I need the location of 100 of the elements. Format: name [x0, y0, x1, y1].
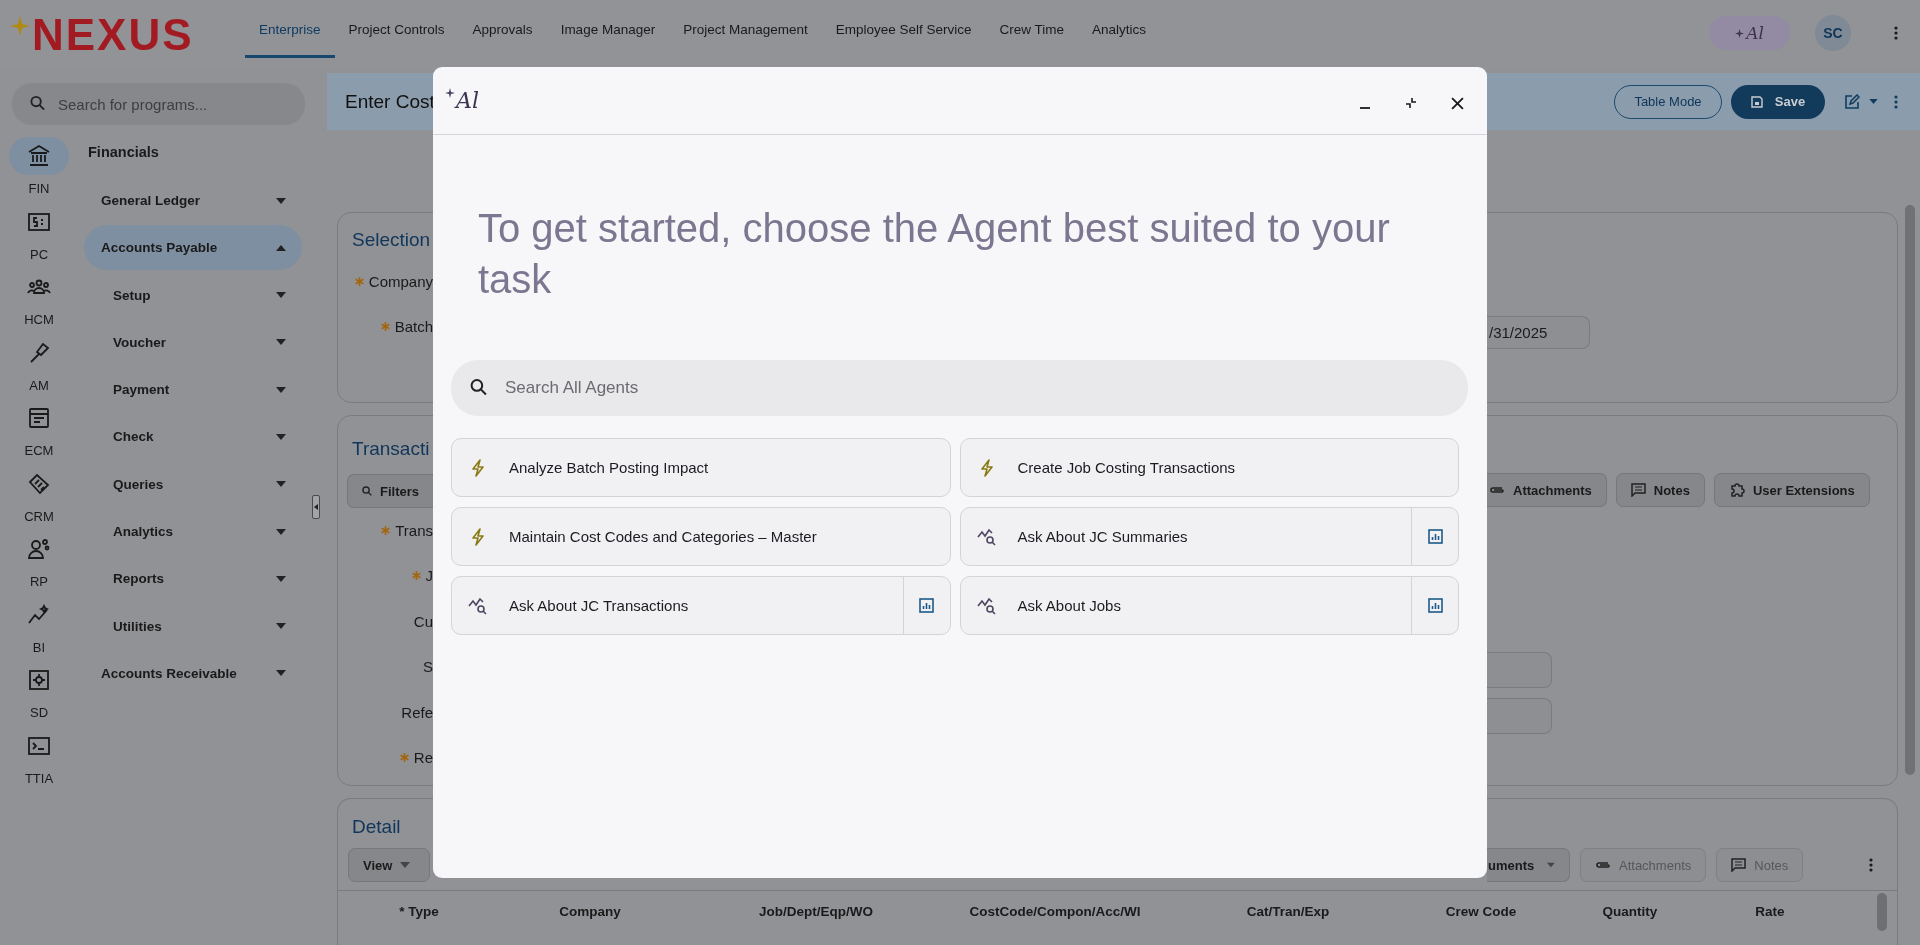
- date-field[interactable]: /31/2025: [1487, 316, 1590, 349]
- column-header[interactable]: Company: [493, 903, 687, 919]
- close-icon[interactable]: [1451, 96, 1464, 110]
- chart-search-icon: [976, 596, 997, 615]
- column-header[interactable]: Cat/Tran/Exp: [1165, 903, 1411, 919]
- input-field[interactable]: [1487, 652, 1552, 688]
- scrollbar[interactable]: [1905, 205, 1915, 775]
- column-header[interactable]: CostCode/Compon/Acc/WI: [945, 903, 1165, 919]
- agent-name: Ask About Jobs: [1017, 597, 1121, 614]
- menu-item[interactable]: Queries: [84, 461, 302, 507]
- save-button[interactable]: Save: [1731, 84, 1825, 119]
- page-title: Enter Cost: [345, 90, 435, 113]
- toolbar-button[interactable]: Attachments: [1487, 473, 1607, 507]
- sparkle-icon: [1735, 28, 1745, 38]
- column-header[interactable]: Crew Code: [1411, 903, 1551, 919]
- collapse-handle[interactable]: [312, 495, 320, 519]
- field-label: Cu: [413, 612, 433, 630]
- menu-item[interactable]: Check: [84, 414, 302, 460]
- agent-search-field[interactable]: Search All Agents: [451, 360, 1468, 416]
- module-button[interactable]: ECM: [8, 399, 70, 465]
- toolbar-button[interactable]: uments: [1487, 848, 1570, 882]
- menu-item[interactable]: Analytics: [84, 509, 302, 555]
- menu-item[interactable]: Setup: [84, 272, 302, 318]
- module-button[interactable]: TTIA: [8, 726, 70, 792]
- menu-item-label: Accounts Receivable: [101, 665, 237, 681]
- menu-item-label: Voucher: [113, 334, 166, 350]
- edit-icon[interactable]: [1844, 93, 1860, 110]
- menu-item-label: Queries: [113, 476, 164, 492]
- field-label: Trans: [395, 521, 433, 539]
- menu-item[interactable]: Accounts Payable: [84, 225, 302, 271]
- module-button[interactable]: SD: [8, 661, 70, 727]
- bar-chart-icon: [1427, 598, 1443, 613]
- avatar[interactable]: SC: [1815, 15, 1851, 51]
- agent-card[interactable]: Ask About JC Summaries: [959, 507, 1459, 566]
- sparkle-icon: [10, 16, 30, 36]
- agent-name: Analyze Batch Posting Impact: [509, 459, 709, 476]
- column-header[interactable]: * Type: [345, 903, 493, 919]
- nav-tab[interactable]: Project Controls: [334, 0, 459, 58]
- module-button[interactable]: CRM: [8, 464, 70, 530]
- dialog-title: Al: [456, 88, 479, 113]
- nav-tab[interactable]: Image Manager: [546, 0, 670, 58]
- card-title: Detail: [352, 816, 401, 838]
- column-header[interactable]: Quantity: [1551, 903, 1709, 919]
- field-label: Re: [413, 749, 433, 766]
- menu-item-label: General Ledger: [101, 193, 201, 208]
- module-button[interactable]: RP: [8, 530, 70, 596]
- column-header[interactable]: Rate: [1709, 903, 1831, 919]
- comment-icon: [1731, 858, 1747, 872]
- caret-icon: [1547, 862, 1555, 868]
- menu-item[interactable]: General Ledger: [84, 178, 302, 223]
- logo: NEXUS: [32, 10, 194, 60]
- menu-item[interactable]: Accounts Receivable: [84, 650, 302, 696]
- program-search-field[interactable]: Search for programs...: [12, 83, 305, 125]
- more-icon[interactable]: [1894, 94, 1898, 109]
- bar-chart-icon: [919, 598, 934, 613]
- menu-item-label: Accounts Payable: [101, 240, 218, 256]
- caret-icon: [400, 862, 411, 868]
- ai-button[interactable]: Al: [1709, 16, 1790, 50]
- menu-item[interactable]: Payment: [84, 367, 302, 413]
- more-icon[interactable]: [1869, 858, 1873, 872]
- agent-card[interactable]: Analyze Batch Posting Impact: [451, 438, 951, 497]
- module-button[interactable]: BI: [8, 595, 70, 661]
- agent-card[interactable]: Maintain Cost Codes and Categories – Master: [451, 507, 951, 566]
- field-label: Batch: [394, 317, 433, 335]
- view-menu-button[interactable]: View: [348, 848, 430, 882]
- module-button[interactable]: AM: [8, 333, 70, 399]
- nav-tab[interactable]: Crew Time: [985, 0, 1079, 58]
- module-button[interactable]: HCM: [8, 268, 70, 334]
- menu-item[interactable]: Voucher: [84, 319, 302, 365]
- nav-tab[interactable]: Project Management: [669, 0, 822, 58]
- search-icon: [362, 485, 372, 497]
- nav-tab[interactable]: Employee Self Service: [821, 0, 986, 58]
- filters-button[interactable]: Filters: [347, 474, 433, 508]
- agent-name: Ask About JC Summaries: [1017, 528, 1188, 545]
- agent-card[interactable]: Ask About Jobs: [959, 576, 1459, 635]
- bank-icon: [27, 144, 51, 168]
- input-field[interactable]: [1487, 698, 1552, 734]
- column-header[interactable]: Job/Dept/Eqp/WO: [687, 903, 945, 919]
- nav-tab[interactable]: Approvals: [458, 0, 547, 58]
- dialog-heading: To get started, choose the Agent best suited to your task: [478, 205, 1391, 303]
- collapse-icon[interactable]: [1405, 97, 1417, 109]
- toolbar-button[interactable]: Notes: [1615, 473, 1705, 507]
- menu-item[interactable]: Utilities: [84, 603, 302, 649]
- agent-name: Create Job Costing Transactions: [1017, 459, 1236, 476]
- caret-icon[interactable]: [1869, 99, 1878, 104]
- gear-icon: [27, 668, 51, 692]
- card-title: Transacti: [352, 438, 430, 460]
- module-button[interactable]: PC: [8, 202, 70, 268]
- search-icon: [470, 378, 487, 396]
- nav-tab[interactable]: Enterprise: [245, 0, 335, 58]
- chart-search-icon: [468, 596, 488, 615]
- menu-item-label: Setup: [113, 287, 151, 303]
- toolbar-button[interactable]: User Extensions: [1713, 473, 1870, 507]
- more-icon[interactable]: [1894, 26, 1898, 40]
- scrollbar[interactable]: [1877, 893, 1887, 931]
- menu-item-label: Check: [113, 429, 154, 445]
- agent-card[interactable]: Ask About JC Transactions: [451, 576, 951, 635]
- nav-tab[interactable]: Analytics: [1078, 0, 1161, 58]
- menu-item[interactable]: Reports: [84, 556, 302, 602]
- agent-card[interactable]: Create Job Costing Transactions: [959, 438, 1459, 497]
